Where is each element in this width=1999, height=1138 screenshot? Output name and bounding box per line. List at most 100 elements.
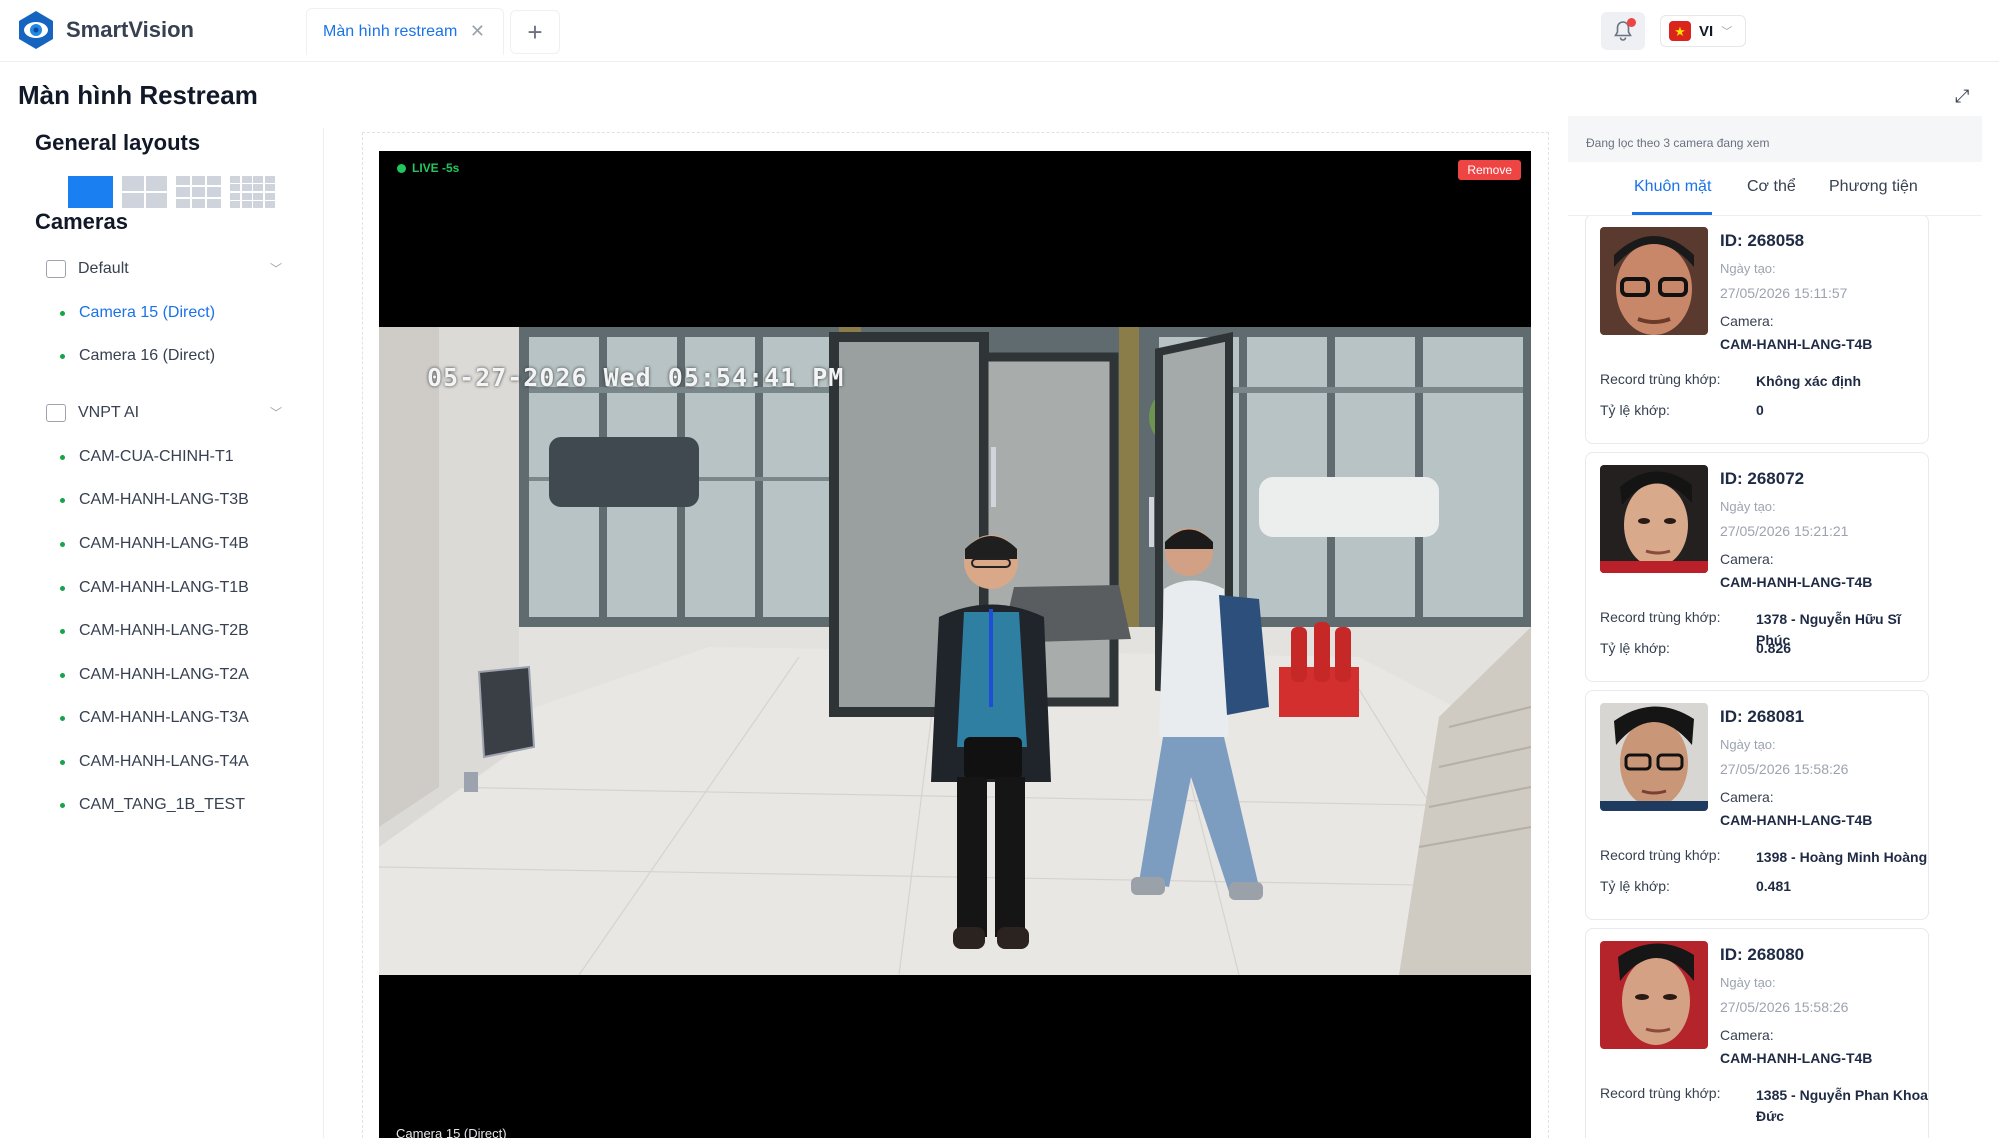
record-label: Record trùng khớp: [1600, 371, 1721, 387]
tab-vehicle[interactable]: Phương tiện [1829, 178, 1918, 196]
rate-value: 0.826 [1756, 640, 1792, 656]
record-label: Record trùng khớp: [1600, 609, 1721, 625]
camera-item[interactable]: CAM-HANH-LANG-T2A [60, 666, 249, 684]
detection-card[interactable]: ID: 268058 Ngày tạo: 27/05/2026 15:11:57… [1585, 216, 1929, 444]
camera-item[interactable]: CAM-HANH-LANG-T4B [60, 535, 249, 553]
chevron-down-icon: ﹀ [270, 262, 283, 276]
status-dot [60, 759, 65, 765]
camera-item[interactable]: Camera 15 (Direct) [60, 304, 215, 322]
camera-label: CAM-HANH-LANG-T4B [79, 535, 249, 552]
layout-1x1-option[interactable] [68, 176, 113, 208]
camera-item[interactable]: Camera 16 (Direct) [60, 347, 215, 365]
status-dot [60, 497, 65, 503]
top-bar: SmartVision Màn hình restream ✕ + ★ VI ﹀ [0, 0, 1999, 62]
layout-4x4-option[interactable] [230, 176, 275, 208]
add-tab-button[interactable]: + [510, 10, 560, 54]
camera-label: CAM-HANH-LANG-T2B [79, 622, 249, 639]
tab-label: Màn hình restream [323, 23, 458, 40]
detection-id: ID: 268080 [1720, 945, 1805, 964]
camera-label: CAM_TANG_1B_TEST [79, 796, 245, 813]
camera-label: Camera 16 (Direct) [79, 347, 216, 364]
created-value: 27/05/2026 15:11:57 [1720, 285, 1848, 301]
rate-label: Tỷ lệ khớp: [1600, 402, 1670, 418]
rate-label: Tỷ lệ khớp: [1600, 640, 1670, 656]
cameras-title: Cameras [35, 209, 128, 234]
video-frame: 05-27-2026 Wed 05:54:41 PM [379, 327, 1531, 975]
detection-card[interactable]: ID: 268080 Ngày tạo: 27/05/2026 15:58:26… [1585, 928, 1929, 1138]
status-dot [60, 353, 65, 359]
detection-id: ID: 268081 [1720, 707, 1805, 726]
created-label: Ngày tạo: [1720, 499, 1776, 514]
app-logo[interactable]: SmartVision [16, 10, 194, 50]
record-label: Record trùng khớp: [1600, 1085, 1721, 1101]
chevron-down-icon: ﹀ [270, 406, 283, 420]
language-select[interactable]: ★ VI ﹀ [1660, 15, 1746, 47]
live-label: LIVE -5s [412, 161, 460, 175]
camera-label: Camera: [1720, 551, 1774, 567]
folder-icon [46, 404, 66, 422]
eye-logo-icon [19, 11, 53, 49]
camera-label: CAM-HANH-LANG-T2A [79, 666, 249, 683]
camera-item[interactable]: CAM_TANG_1B_TEST [60, 796, 245, 814]
status-dot [60, 672, 65, 678]
status-dot [60, 628, 65, 634]
tab-restream[interactable]: Màn hình restream ✕ [306, 8, 504, 55]
remove-button[interactable]: Remove [1458, 160, 1521, 180]
layout-3x3-option[interactable] [176, 176, 221, 208]
vietnam-flag-icon: ★ [1669, 21, 1691, 41]
record-value: 1385 - Nguyễn Phan Khoa Đức [1756, 1087, 1928, 1124]
camera-label: Camera 15 (Direct) [79, 304, 216, 321]
filter-note: Đang lọc theo 3 camera đang xem [1586, 136, 1770, 150]
camera-label: Camera: [1720, 1027, 1774, 1043]
camera-label: CAM-HANH-LANG-T3B [79, 491, 249, 508]
record-value: 1398 - Hoàng Minh Hoàng [1756, 849, 1928, 865]
scrollbar-gutter [1982, 62, 1999, 1138]
group-label: Default [78, 260, 129, 277]
tab-face[interactable]: Khuôn mặt [1634, 178, 1711, 196]
face-thumbnail [1600, 703, 1708, 811]
fullscreen-icon[interactable]: ⤢ [1955, 86, 1969, 107]
camera-group-vnpt-ai[interactable]: VNPT AI ﹀ [46, 404, 282, 422]
rate-label: Tỷ lệ khớp: [1600, 878, 1670, 894]
layout-picker [68, 176, 275, 208]
close-icon[interactable]: ✕ [470, 21, 485, 42]
layouts-title: General layouts [35, 130, 201, 155]
camera-video-tile[interactable]: LIVE -5s Remove 05-27-2026 Wed 05:54:41 … [379, 151, 1531, 1138]
status-dot [60, 541, 65, 547]
live-indicator: LIVE -5s [397, 161, 459, 175]
camera-item[interactable]: CAM-HANH-LANG-T4A [60, 753, 249, 771]
created-value: 27/05/2026 15:58:26 [1720, 761, 1849, 777]
camera-group-default[interactable]: Default ﹀ [46, 260, 282, 278]
layout-2x2-option[interactable] [122, 176, 167, 208]
detection-results-list: ID: 268058 Ngày tạo: 27/05/2026 15:11:57… [1568, 216, 1982, 1138]
face-thumbnail [1600, 465, 1708, 573]
live-dot [397, 163, 406, 173]
notification-button[interactable] [1601, 12, 1645, 50]
camera-value: CAM-HANH-LANG-T4B [1720, 336, 1873, 352]
camera-label: Camera: [1720, 789, 1774, 805]
camera-item[interactable]: CAM-HANH-LANG-T3B [60, 491, 249, 509]
camera-item[interactable]: CAM-HANH-LANG-T2B [60, 622, 249, 640]
camera-label: CAM-HANH-LANG-T4A [79, 753, 249, 770]
chevron-down-icon: ﹀ [1721, 26, 1733, 38]
detection-card[interactable]: ID: 268081 Ngày tạo: 27/05/2026 15:58:26… [1585, 690, 1929, 920]
page-title: Màn hình Restream [18, 80, 258, 110]
created-label: Ngày tạo: [1720, 261, 1776, 276]
camera-scene [379, 327, 1531, 975]
camera-item[interactable]: CAM-HANH-LANG-T3A [60, 709, 249, 727]
camera-item[interactable]: CAM-CUA-CHINH-T1 [60, 448, 234, 466]
camera-value: CAM-HANH-LANG-T4B [1720, 812, 1873, 828]
plus-icon: + [527, 16, 543, 47]
camera-value: CAM-HANH-LANG-T4B [1720, 574, 1873, 590]
app-name: SmartVision [66, 17, 194, 42]
video-timestamp: 05-27-2026 Wed 05:54:41 PM [427, 363, 845, 392]
created-label: Ngày tạo: [1720, 737, 1776, 752]
tab-body[interactable]: Cơ thể [1747, 178, 1796, 196]
camera-item[interactable]: CAM-HANH-LANG-T1B [60, 579, 249, 597]
record-label: Record trùng khớp: [1600, 847, 1721, 863]
created-value: 27/05/2026 15:58:26 [1720, 999, 1849, 1015]
camera-label: Camera: [1720, 313, 1774, 329]
detection-panel: Đang lọc theo 3 camera đang xem Khuôn mặ… [1568, 116, 1982, 1138]
status-dot [60, 454, 65, 460]
detection-card[interactable]: ID: 268072 Ngày tạo: 27/05/2026 15:21:21… [1585, 452, 1929, 682]
